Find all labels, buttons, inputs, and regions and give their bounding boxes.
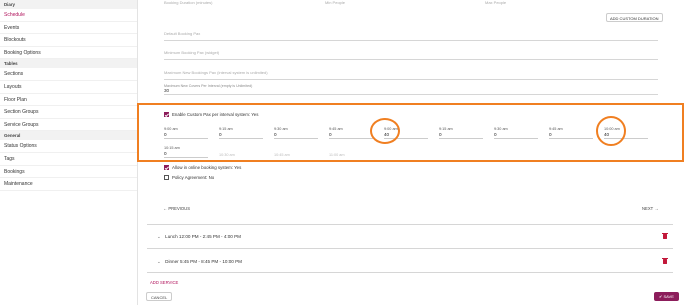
policy-agreement-label: Policy Agreement: No <box>172 175 215 180</box>
sidebar-item[interactable]: Events <box>0 22 137 35</box>
divider <box>147 248 673 249</box>
sidebar-item[interactable]: Schedule <box>0 9 137 22</box>
cancel-button[interactable]: CANCEL <box>146 292 173 301</box>
sidebar-item[interactable]: Tags <box>0 153 137 166</box>
min-people-label: Min People <box>325 0 346 5</box>
maximum-booking-pax-label[interactable]: Maximum New Bookings Pax (interval syste… <box>164 70 268 75</box>
maximum-booking-pax-underline <box>164 79 658 80</box>
sidebar-section-header: Tables <box>0 59 137 69</box>
sidebar-section-header: General <box>0 131 137 141</box>
sidebar-item[interactable]: Service Groups <box>0 119 137 132</box>
sidebar-item[interactable]: Sections <box>0 68 137 81</box>
policy-agreement-checkbox[interactable] <box>164 175 169 180</box>
highlight-circle-1 <box>370 118 400 144</box>
sidebar-item[interactable]: Bookings <box>0 166 137 179</box>
sidebar-section-header: Diary <box>0 0 137 9</box>
delete-dinner-icon[interactable] <box>662 257 668 264</box>
chevron-down-icon: ⌄ <box>157 234 161 239</box>
save-button[interactable]: ✔ SAVE <box>654 292 679 301</box>
max-covers-label: Maximum New Covers Per Interval (empty i… <box>164 84 253 88</box>
chevron-down-icon: ⌄ <box>157 259 161 264</box>
sidebar-item[interactable]: Blockouts <box>0 34 137 47</box>
minimum-booking-pax-label[interactable]: Minimum Booking Pax (widget) <box>164 50 219 55</box>
allow-online-label: Allow in online booking system: Yes <box>172 165 242 170</box>
sidebar-item[interactable]: Booking Options <box>0 47 137 60</box>
sidebar-item[interactable]: Section Groups <box>0 106 137 119</box>
next-button[interactable]: NEXT → <box>642 206 658 211</box>
sidebar-item[interactable]: Layouts <box>0 81 137 94</box>
max-covers-input[interactable]: 30 <box>164 88 169 93</box>
minimum-booking-pax-underline <box>164 59 658 60</box>
sidebar: Diary Schedule Events Blockouts Booking Opti… <box>0 0 138 305</box>
service-lunch[interactable]: ⌄ Lunch 12:00 PM - 2:45 PM - 4:00 PM <box>157 234 241 240</box>
add-service-link[interactable]: ADD SERVICE <box>150 280 178 285</box>
arrow-right-icon: → <box>654 206 659 211</box>
default-booking-pax-label[interactable]: Default Booking Pax <box>164 31 200 36</box>
delete-lunch-icon[interactable] <box>662 232 668 239</box>
arrow-left-icon: ← <box>163 206 168 211</box>
booking-duration-label: Booking Duration (minutes) <box>164 0 213 5</box>
highlight-circle-2 <box>596 116 626 146</box>
service-dinner[interactable]: ⌄ Dinner 5:45 PM - 8:45 PM - 10:00 PM <box>157 259 242 265</box>
sidebar-item[interactable]: Maintenance <box>0 178 137 191</box>
max-covers-underline <box>164 94 658 95</box>
allow-online-checkbox[interactable] <box>164 165 169 170</box>
previous-button[interactable]: ← PREVIOUS <box>163 206 190 211</box>
default-booking-pax-underline <box>164 40 658 41</box>
divider <box>147 272 673 273</box>
sidebar-item[interactable]: Floor Plan <box>0 94 137 107</box>
divider <box>147 224 673 225</box>
check-icon: ✔ <box>659 294 663 299</box>
max-people-label: Max People <box>485 0 507 5</box>
sidebar-item[interactable]: Status Options <box>0 140 137 153</box>
add-custom-duration-button[interactable]: ADD CUSTOM DURATION <box>606 13 663 22</box>
